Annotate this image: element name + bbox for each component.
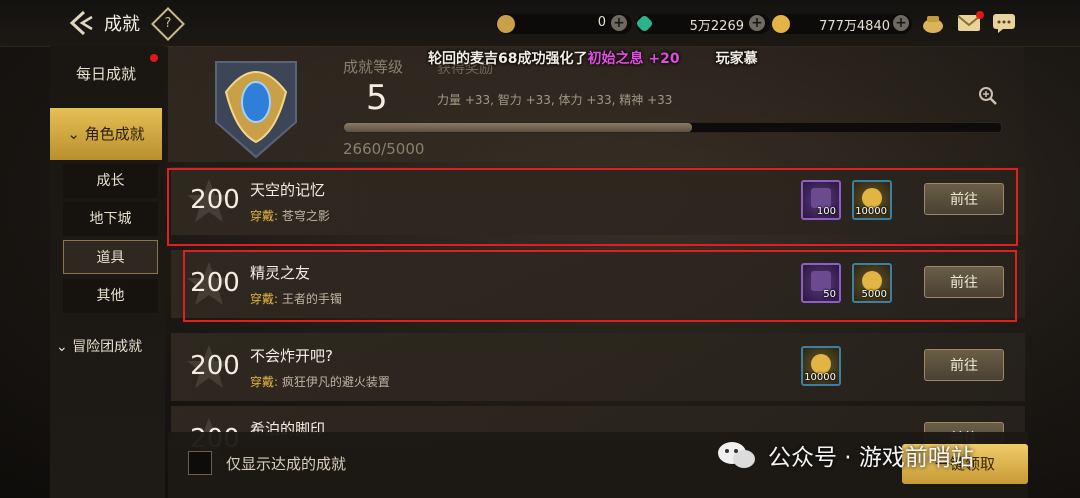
level-progress-fill — [344, 123, 693, 132]
currency-coins-value: 0 — [597, 15, 606, 30]
level-value: 5 — [366, 78, 388, 118]
only-show-completed-checkbox[interactable] — [188, 451, 212, 475]
sidebar-sub-growth[interactable]: 成长 — [63, 164, 158, 198]
broadcast-prefix: 轮回的麦吉68成功强化了 — [428, 51, 588, 67]
mail-notification-dot — [976, 11, 984, 19]
achievement-requirement: 穿戴: 疯狂伊凡的避火装置 — [250, 373, 390, 390]
gold-coin-icon — [772, 15, 790, 33]
add-coins-button[interactable]: + — [611, 15, 627, 31]
achievement-row: 200 不会炸开吧? 穿戴: 疯狂伊凡的避火装置 10000 前往 — [171, 333, 1025, 401]
highlight-box — [183, 250, 1017, 322]
currency-crystal-value: 5万2269 — [689, 19, 744, 34]
sidebar-item-character-label: 角色成就 — [84, 125, 145, 143]
reward-item[interactable]: 10000 — [801, 346, 841, 386]
broadcast-suffix: 玩家慕 — [715, 51, 758, 67]
sidebar-item-daily[interactable]: 每日成就 — [50, 48, 162, 100]
chevron-down-icon: ⌄ — [56, 339, 73, 355]
go-button[interactable]: 前往 — [924, 349, 1004, 381]
currency-gold-value: 777万4840 — [819, 19, 890, 34]
c-coin-icon — [497, 15, 515, 33]
sidebar-sub-dungeon[interactable]: 地下城 — [63, 202, 158, 236]
highlight-box — [167, 168, 1018, 246]
level-progress-text: 2660/5000 — [343, 140, 425, 158]
requirement-label: 穿戴: — [250, 375, 279, 389]
system-broadcast: 轮回的麦吉68成功强化了初始之息 +20 玩家慕 — [428, 48, 758, 68]
gold-coins-icon — [811, 354, 831, 374]
chevron-down-icon: ⌄ — [67, 125, 85, 143]
watermark-text: 公众号 · 游戏前哨站 — [768, 445, 974, 471]
achievement-points: 200 — [190, 351, 240, 381]
wechat-icon — [716, 440, 758, 470]
reward-quantity: 10000 — [804, 372, 836, 383]
sidebar-sub-items[interactable]: 道具 — [63, 240, 158, 274]
level-stats: 力量 +33, 智力 +33, 体力 +33, 精神 +33 — [437, 93, 673, 107]
sidebar-item-adventure[interactable]: ⌄ 冒险团成就 — [56, 336, 142, 356]
only-show-completed-label: 仅显示达成的成就 — [226, 455, 347, 473]
sidebar-item-character[interactable]: ⌄ 角色成就 — [50, 108, 162, 160]
daily-notification-dot — [150, 54, 158, 62]
page-title: 成就 — [104, 14, 140, 35]
chat-icon[interactable] — [992, 12, 1016, 34]
back-arrow-icon[interactable] — [66, 8, 96, 38]
level-progress-bar — [343, 122, 1002, 133]
level-label: 成就等级 — [343, 58, 404, 76]
broadcast-highlight: 初始之息 +20 — [587, 51, 680, 67]
add-crystal-button[interactable]: + — [749, 15, 765, 31]
requirement-item: 疯狂伊凡的避火装置 — [281, 375, 390, 389]
sidebar-item-adventure-label: 冒险团成就 — [72, 339, 143, 355]
zoom-in-icon[interactable] — [978, 86, 998, 106]
add-gold-button[interactable]: + — [893, 15, 909, 31]
achievement-emblem-icon — [196, 52, 316, 162]
achievement-name: 不会炸开吧? — [250, 347, 333, 365]
sidebar-sub-other[interactable]: 其他 — [63, 279, 158, 313]
treasure-pot-icon[interactable] — [921, 12, 945, 34]
